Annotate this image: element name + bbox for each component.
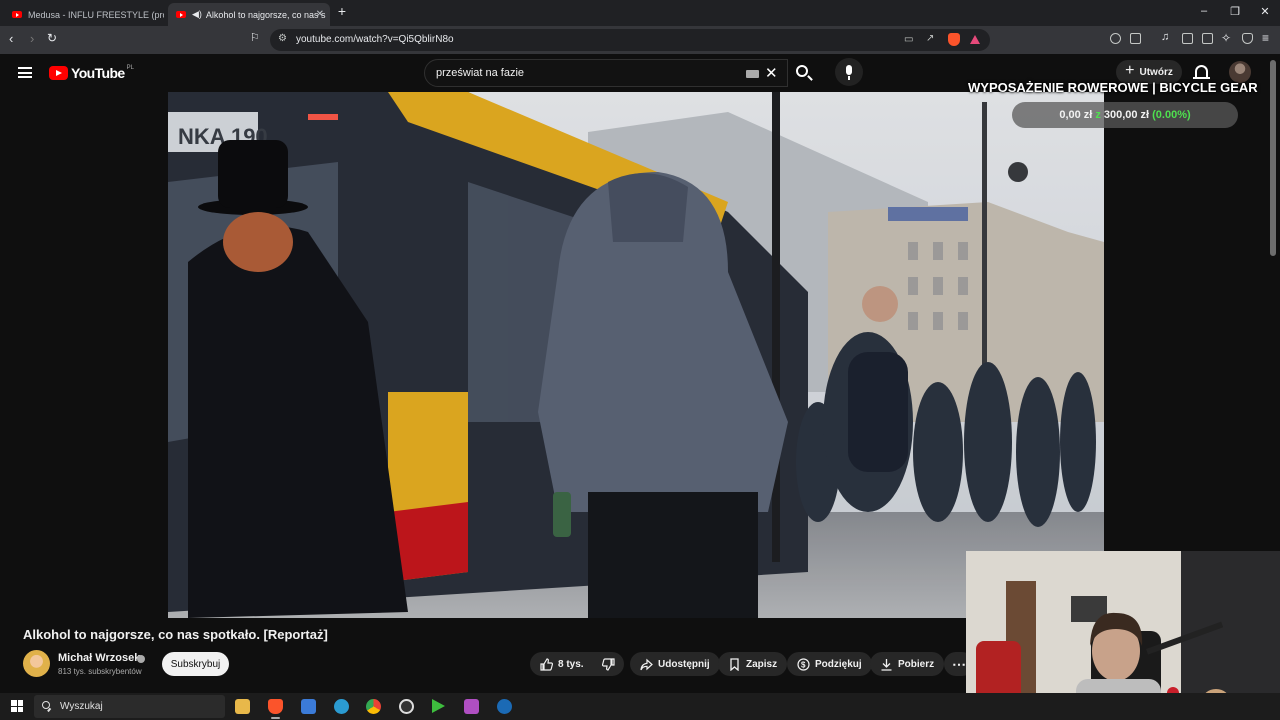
leo-ai-icon[interactable]: ✧ <box>1221 31 1231 45</box>
goal-of: z <box>1095 109 1101 121</box>
video-title: Alkohol to najgorsze, co nas spotkało. [… <box>23 627 328 642</box>
steam-icon[interactable] <box>497 699 512 714</box>
plus-icon: + <box>1125 62 1135 79</box>
url-text: youtube.com/watch?v=Qi5QblirN8o <box>296 34 454 45</box>
goal-current: 0,00 zł <box>1059 109 1093 121</box>
browser-tab-strip: Medusa - INFLU FREESTYLE (prod. VI ◀) Al… <box>0 0 1280 26</box>
tab-alkohol[interactable]: ◀) Alkohol to najgorsze, co nas s ✕ <box>168 3 330 26</box>
game-launcher-icon[interactable] <box>432 699 445 713</box>
dislike-icon[interactable] <box>601 657 615 671</box>
extensions-icon[interactable] <box>1110 33 1121 44</box>
site-info-icon[interactable]: ⚙ <box>278 33 287 44</box>
tab-medusa[interactable]: Medusa - INFLU FREESTYLE (prod. VI <box>4 3 164 26</box>
youtube-logo[interactable]: YouTube PL <box>49 65 134 81</box>
notifications-bell-icon[interactable] <box>1193 65 1210 79</box>
like-dislike-group: 8 tys. <box>530 652 624 676</box>
sidebar-icon[interactable] <box>1182 33 1193 44</box>
wallet2-icon[interactable] <box>1202 33 1213 44</box>
goal-target: 300,00 zł <box>1103 109 1150 121</box>
goal-progress-bar: 0,00 zł z 300,00 zł (0.00%) <box>1012 102 1238 128</box>
download-label: Pobierz <box>898 658 935 670</box>
save-button[interactable]: Zapisz <box>718 652 788 676</box>
logo-text: YouTube <box>71 65 125 81</box>
wallet-icon[interactable] <box>1130 33 1141 44</box>
browser-toolbar: ‹ › ↻ ⚐ ⚙ youtube.com/watch?v=Qi5QblirN8… <box>0 26 1280 54</box>
save-label: Zapisz <box>746 658 778 670</box>
music-icon[interactable]: ♫ <box>1161 31 1169 43</box>
like-icon[interactable] <box>540 657 554 671</box>
chrome-icon[interactable] <box>366 699 381 714</box>
address-bar[interactable]: ⚙ youtube.com/watch?v=Qi5QblirN8o ▭ ↗ <box>270 29 990 51</box>
share-icon[interactable]: ↗ <box>926 33 934 44</box>
taskbar-search-input[interactable]: Wyszukaj <box>34 695 225 718</box>
close-window-icon[interactable]: ✕ <box>1255 5 1275 18</box>
svg-text:$: $ <box>801 660 806 669</box>
taskbar: Wyszukaj <box>0 693 1280 720</box>
video-frame: NKA 190 <box>168 92 1104 618</box>
goal-title: WYPOSAŻENIE ROWEROWE | BICYCLE GEAR <box>968 80 1258 95</box>
cast-icon[interactable]: ▭ <box>904 34 913 45</box>
taskbar-search-placeholder: Wyszukaj <box>60 701 103 712</box>
minimize-icon[interactable]: – <box>1194 5 1214 17</box>
youtube-play-icon <box>49 66 68 80</box>
youtube-favicon-icon <box>176 11 186 18</box>
youtube-favicon-icon <box>12 11 22 18</box>
brave-icon[interactable] <box>268 699 283 719</box>
bookmark-save-icon <box>728 657 741 671</box>
bookmark-icon[interactable]: ⚐ <box>250 31 260 44</box>
share-label: Udostępnij <box>658 658 710 670</box>
country-code: PL <box>126 65 134 71</box>
channel-name[interactable]: Michał Wrzosek <box>58 652 140 664</box>
forward-icon[interactable]: › <box>30 31 34 46</box>
tab-title: Medusa - INFLU FREESTYLE (prod. VI <box>28 9 164 20</box>
keyboard-icon[interactable] <box>746 70 759 78</box>
restore-icon[interactable]: ❐ <box>1225 5 1245 18</box>
subscribe-button[interactable]: Subskrybuj <box>162 652 229 676</box>
clear-search-icon[interactable]: ✕ <box>765 64 778 82</box>
media-icon[interactable] <box>464 699 479 714</box>
share-arrow-icon <box>640 658 653 671</box>
share-button[interactable]: Udostępnij <box>630 652 720 676</box>
back-icon[interactable]: ‹ <box>9 31 13 46</box>
search-icon <box>796 65 808 77</box>
hamburger-menu-icon[interactable] <box>18 67 32 78</box>
download-icon <box>880 658 893 671</box>
edge-icon[interactable] <box>334 699 349 714</box>
reload-icon[interactable]: ↻ <box>47 31 57 45</box>
windows-start-icon[interactable] <box>11 700 23 712</box>
speaker-icon[interactable]: ◀) <box>192 9 202 20</box>
brave-shields-icon[interactable] <box>948 33 960 46</box>
video-shade <box>168 92 1104 618</box>
goal-percent: (0.00%) <box>1152 109 1191 121</box>
thanks-label: Podziękuj <box>815 658 862 670</box>
search-input[interactable]: przeświat na fazie ✕ <box>424 59 788 87</box>
create-label: Utwórz <box>1139 66 1173 78</box>
voice-search-icon[interactable] <box>835 58 863 86</box>
video-player[interactable]: NKA 190 <box>168 92 1104 618</box>
like-count[interactable]: 8 tys. <box>558 659 584 670</box>
close-tab-icon[interactable]: ✕ <box>316 9 324 20</box>
verified-icon <box>137 655 145 663</box>
thanks-icon: $ <box>797 657 810 671</box>
taskbar-search-icon <box>42 701 50 709</box>
channel-avatar[interactable] <box>23 650 50 677</box>
new-tab-icon[interactable]: + <box>332 3 352 19</box>
search-query: przeświat na fazie <box>436 67 525 79</box>
download-button[interactable]: Pobierz <box>870 652 945 676</box>
thanks-button[interactable]: $ Podziękuj <box>787 652 872 676</box>
subscriber-count: 813 tys. subskrybentów <box>58 667 142 676</box>
store-icon[interactable] <box>301 699 316 714</box>
tab-title: Alkohol to najgorsze, co nas s <box>205 9 326 20</box>
menu-icon[interactable]: ≡ <box>1262 31 1269 45</box>
obs-icon[interactable] <box>399 699 414 714</box>
file-explorer-icon[interactable] <box>235 699 250 714</box>
brave-rewards-icon[interactable] <box>970 35 980 44</box>
search-button[interactable] <box>788 59 818 87</box>
vpn-icon[interactable] <box>1242 33 1253 44</box>
